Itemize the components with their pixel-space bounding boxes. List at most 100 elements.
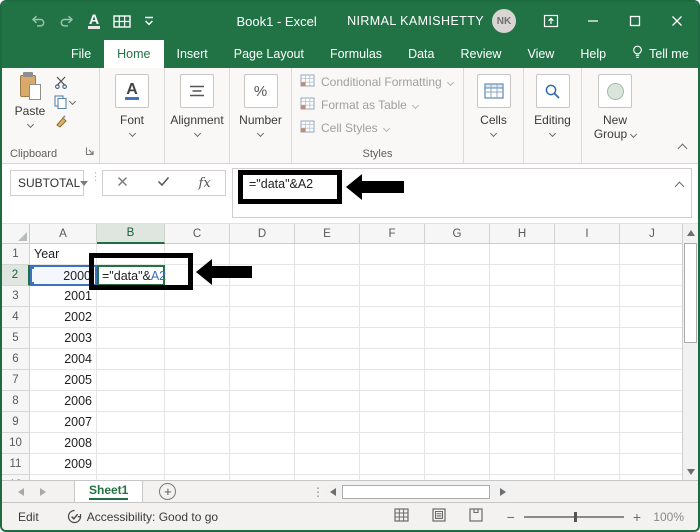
number-button[interactable]: % Number bbox=[230, 74, 291, 138]
cell-F10[interactable] bbox=[360, 433, 425, 454]
cell-J1[interactable] bbox=[620, 244, 685, 265]
cell-A6[interactable]: 2004 bbox=[30, 349, 97, 370]
column-header-F[interactable]: F bbox=[360, 224, 425, 244]
column-header-B[interactable]: B bbox=[97, 224, 165, 244]
cell-E12[interactable] bbox=[295, 475, 360, 480]
cell-D7[interactable] bbox=[230, 370, 295, 391]
cell-H12[interactable] bbox=[490, 475, 555, 480]
redo-icon[interactable] bbox=[59, 14, 75, 28]
cell-A9[interactable]: 2007 bbox=[30, 412, 97, 433]
cell-E8[interactable] bbox=[295, 391, 360, 412]
tab-formulas[interactable]: Formulas bbox=[317, 40, 395, 68]
styles-item-conditional-formatting[interactable]: Conditional Formatting bbox=[300, 74, 454, 90]
cell-E3[interactable] bbox=[295, 286, 360, 307]
zoom-slider-thumb[interactable] bbox=[573, 511, 577, 522]
cell-A7[interactable]: 2005 bbox=[30, 370, 97, 391]
cell-I5[interactable] bbox=[555, 328, 620, 349]
cell-F3[interactable] bbox=[360, 286, 425, 307]
tab-tell-me[interactable]: Tell me bbox=[619, 40, 698, 68]
tab-view[interactable]: View bbox=[514, 40, 567, 68]
cancel-entry-icon[interactable] bbox=[117, 174, 128, 192]
cell-G1[interactable] bbox=[425, 244, 490, 265]
cell-I6[interactable] bbox=[555, 349, 620, 370]
cell-E11[interactable] bbox=[295, 454, 360, 475]
clipboard-dialog-launcher-icon[interactable] bbox=[85, 145, 95, 159]
cell-J2[interactable] bbox=[620, 265, 685, 286]
cell-A3[interactable]: 2001 bbox=[30, 286, 97, 307]
column-header-C[interactable]: C bbox=[165, 224, 230, 244]
font-color-icon[interactable]: A bbox=[88, 12, 101, 29]
tab-page-layout[interactable]: Page Layout bbox=[221, 40, 317, 68]
alignment-button[interactable]: Alignment bbox=[165, 74, 229, 138]
normal-view-icon[interactable] bbox=[394, 508, 409, 525]
name-box-dropdown-icon[interactable] bbox=[80, 180, 89, 186]
new-group-button[interactable]: New Group bbox=[582, 74, 648, 141]
cell-I3[interactable] bbox=[555, 286, 620, 307]
styles-item-cell-styles[interactable]: Cell Styles bbox=[300, 120, 453, 136]
cell-G6[interactable] bbox=[425, 349, 490, 370]
cell-C9[interactable] bbox=[165, 412, 230, 433]
name-box[interactable]: SUBTOTAL bbox=[10, 170, 89, 196]
zoom-slider[interactable] bbox=[523, 511, 624, 522]
cell-B10[interactable] bbox=[97, 433, 165, 454]
cell-D8[interactable] bbox=[230, 391, 295, 412]
cell-J6[interactable] bbox=[620, 349, 685, 370]
cell-A4[interactable]: 2002 bbox=[30, 307, 97, 328]
ribbon-display-options-icon[interactable] bbox=[530, 2, 572, 40]
cell-A5[interactable]: 2003 bbox=[30, 328, 97, 349]
page-break-preview-icon[interactable] bbox=[469, 508, 483, 525]
editing-button[interactable]: Editing bbox=[524, 74, 581, 138]
cell-H8[interactable] bbox=[490, 391, 555, 412]
user-avatar[interactable]: NK bbox=[492, 9, 516, 33]
cell-H11[interactable] bbox=[490, 454, 555, 475]
cell-F9[interactable] bbox=[360, 412, 425, 433]
cell-A11[interactable]: 2009 bbox=[30, 454, 97, 475]
row-header-9[interactable]: 9 bbox=[2, 412, 30, 433]
cell-D5[interactable] bbox=[230, 328, 295, 349]
scroll-up-icon[interactable] bbox=[683, 224, 698, 241]
cell-F1[interactable] bbox=[360, 244, 425, 265]
cell-G11[interactable] bbox=[425, 454, 490, 475]
cell-H5[interactable] bbox=[490, 328, 555, 349]
row-header-12[interactable]: 12 bbox=[2, 475, 30, 480]
cell-C4[interactable] bbox=[165, 307, 230, 328]
row-header-6[interactable]: 6 bbox=[2, 349, 30, 370]
copy-icon[interactable] bbox=[54, 94, 77, 109]
cell-J9[interactable] bbox=[620, 412, 685, 433]
cell-I8[interactable] bbox=[555, 391, 620, 412]
cell-D12[interactable] bbox=[230, 475, 295, 480]
cell-B4[interactable] bbox=[97, 307, 165, 328]
tab-data[interactable]: Data bbox=[395, 40, 447, 68]
cell-F2[interactable] bbox=[360, 265, 425, 286]
cell-D9[interactable] bbox=[230, 412, 295, 433]
tab-splitter-handle[interactable]: ⋮ bbox=[312, 486, 324, 498]
scroll-left-icon[interactable] bbox=[326, 487, 340, 496]
cell-H6[interactable] bbox=[490, 349, 555, 370]
row-header-7[interactable]: 7 bbox=[2, 370, 30, 391]
cell-F4[interactable] bbox=[360, 307, 425, 328]
cell-H3[interactable] bbox=[490, 286, 555, 307]
horizontal-scrollbar[interactable] bbox=[326, 483, 510, 500]
row-header-1[interactable]: 1 bbox=[2, 244, 30, 265]
format-painter-icon[interactable] bbox=[54, 114, 75, 129]
cell-G4[interactable] bbox=[425, 307, 490, 328]
cell-G5[interactable] bbox=[425, 328, 490, 349]
cell-J10[interactable] bbox=[620, 433, 685, 454]
close-button[interactable] bbox=[656, 2, 698, 40]
collapse-ribbon-icon[interactable] bbox=[677, 141, 688, 155]
cells-button[interactable]: Cells bbox=[464, 74, 523, 138]
column-header-I[interactable]: I bbox=[555, 224, 620, 244]
cell-C5[interactable] bbox=[165, 328, 230, 349]
cell-B8[interactable] bbox=[97, 391, 165, 412]
cell-H9[interactable] bbox=[490, 412, 555, 433]
undo-icon[interactable] bbox=[30, 14, 46, 28]
cell-G10[interactable] bbox=[425, 433, 490, 454]
cell-I7[interactable] bbox=[555, 370, 620, 391]
vertical-scrollbar-thumb[interactable] bbox=[684, 243, 697, 343]
customize-qat-icon[interactable] bbox=[144, 16, 154, 26]
cell-I4[interactable] bbox=[555, 307, 620, 328]
collapse-formula-bar-icon[interactable] bbox=[674, 179, 685, 193]
cell-H4[interactable] bbox=[490, 307, 555, 328]
cell-G12[interactable] bbox=[425, 475, 490, 480]
cell-I2[interactable] bbox=[555, 265, 620, 286]
